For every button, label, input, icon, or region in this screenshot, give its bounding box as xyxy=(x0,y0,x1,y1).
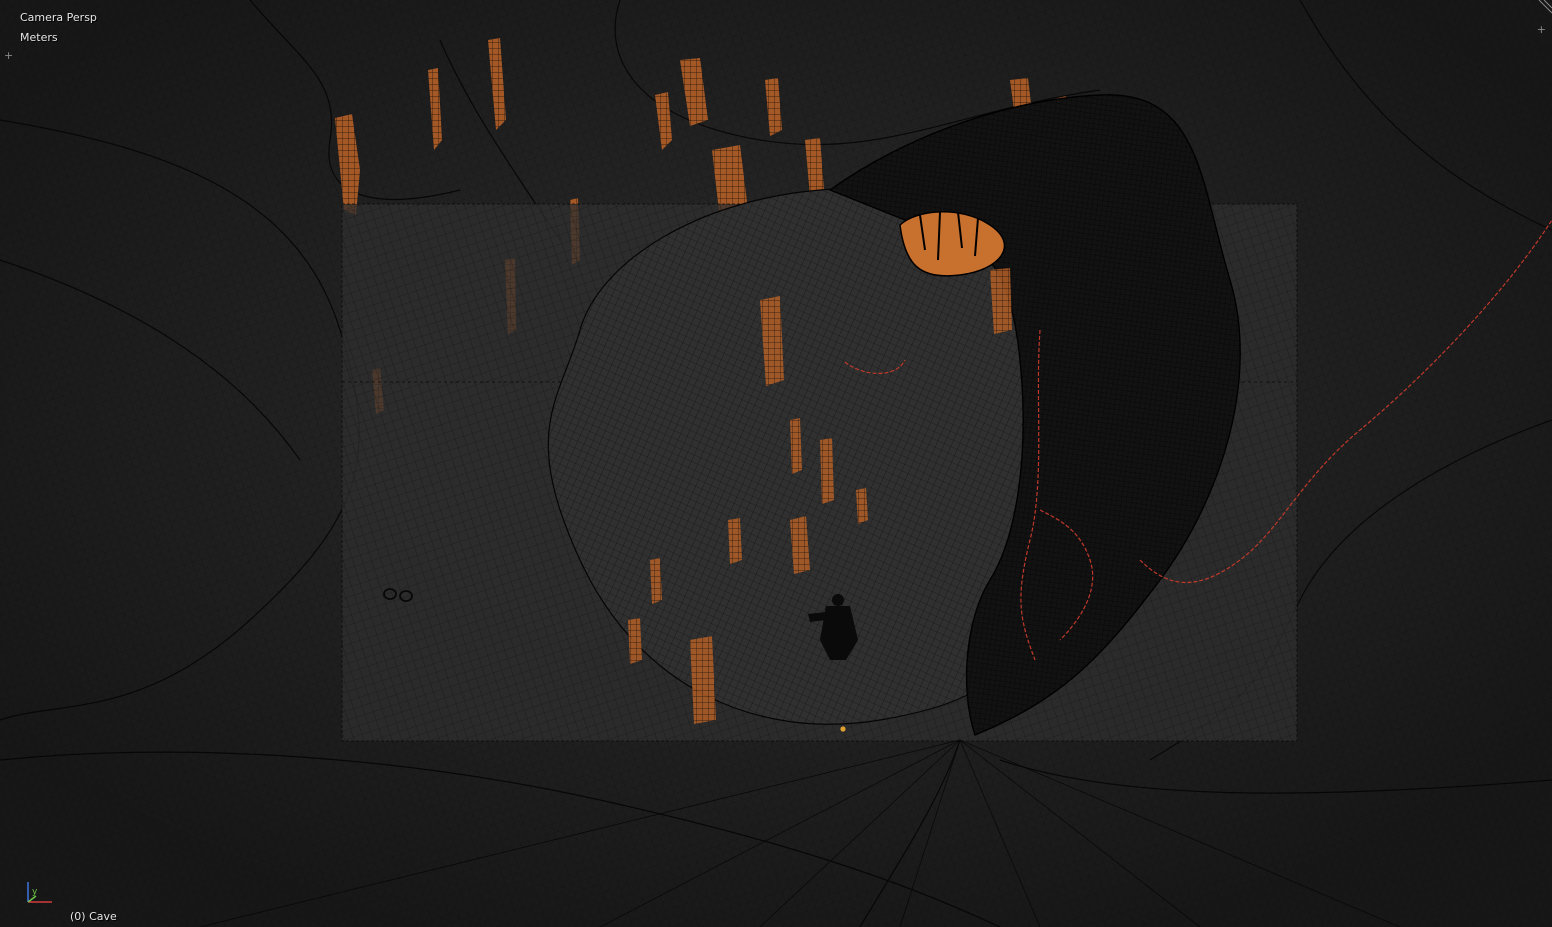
area-split-corner-icon[interactable]: + xyxy=(0,0,16,61)
3d-viewport[interactable]: Camera Persp Meters (0) Cave + + y xyxy=(0,0,1552,927)
view-name-label: Camera Persp xyxy=(20,11,97,24)
object-origin-point[interactable] xyxy=(840,726,846,732)
unit-system-label: Meters xyxy=(20,31,58,44)
plus-icon: + xyxy=(1536,23,1546,36)
wireframe-scene[interactable] xyxy=(0,0,1552,927)
axis-y-label: y xyxy=(32,887,38,897)
area-split-corner-icon[interactable] xyxy=(1536,0,1552,16)
plus-icon: + xyxy=(4,49,14,62)
axis-orientation-icon: y xyxy=(27,882,52,903)
active-object-info: (0) Cave xyxy=(70,910,117,923)
diagonal-lines-icon xyxy=(1538,0,1552,14)
